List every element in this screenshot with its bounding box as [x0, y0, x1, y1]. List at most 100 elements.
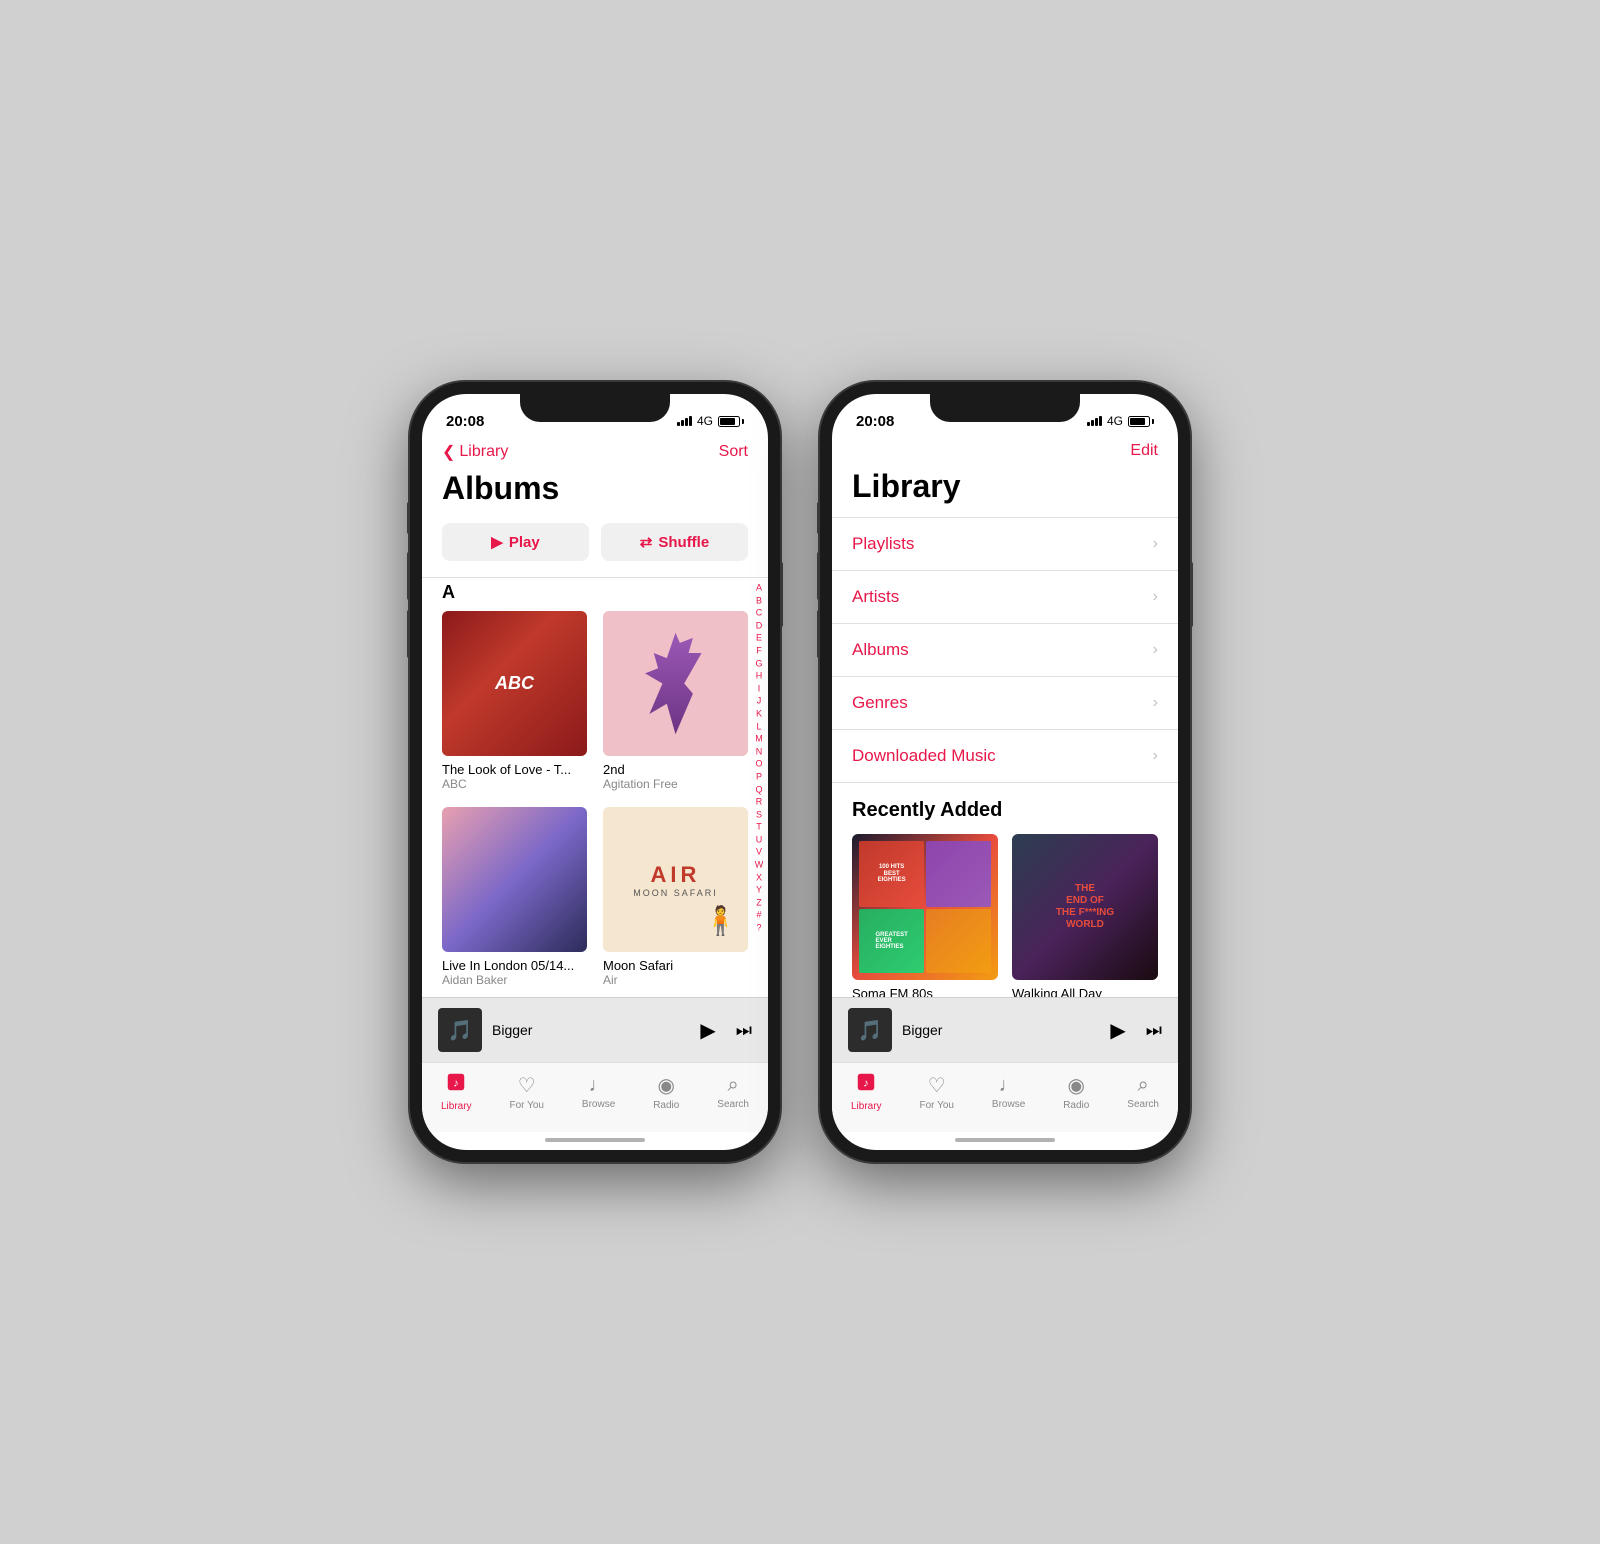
shuffle-label: Shuffle: [658, 534, 709, 551]
back-label-1: Library: [459, 443, 508, 461]
album-artist-agitation: Agitation Free: [603, 777, 748, 791]
album-name-air: Moon Safari: [603, 958, 748, 973]
status-icons-1: 4G: [677, 414, 744, 428]
recently-grid: 100 HITSBESTEIGHTIES GREATESTEVEREIGHTIE…: [852, 834, 1158, 997]
library-item-albums[interactable]: Albums ›: [832, 624, 1178, 677]
tab-browse-icon-2: ♩: [999, 1074, 1019, 1097]
play-icon: ▶: [491, 533, 503, 551]
album-artist-aidan: Aidan Baker: [442, 973, 587, 987]
tab-foryou-icon-2: ♡: [928, 1073, 946, 1098]
tab-library-1[interactable]: ♪ Library: [441, 1071, 472, 1112]
mini-forward-button-1[interactable]: ⏭: [736, 1020, 752, 1041]
tab-search-1[interactable]: ⌕ Search: [717, 1074, 749, 1110]
album-artist-abc: ABC: [442, 777, 587, 791]
chevron-right-genres: ›: [1153, 694, 1158, 712]
library-item-name-downloaded: Downloaded Music: [852, 746, 996, 766]
edit-button[interactable]: Edit: [1130, 442, 1158, 460]
recently-added-section: Recently Added 100 HITSBESTEIGHTIES: [832, 783, 1178, 997]
library-item-artists[interactable]: Artists ›: [832, 571, 1178, 624]
soma-q3: GREATESTEVEREIGHTIES: [859, 909, 924, 973]
play-shuffle-buttons: ▶ Play ⇄ Shuffle: [422, 519, 768, 577]
library-list: Playlists › Artists › Albums › Genres ›: [832, 517, 1178, 783]
library-item-genres[interactable]: Genres ›: [832, 677, 1178, 730]
soma-q1: 100 HITSBESTEIGHTIES: [859, 841, 924, 907]
album-art-soma: 100 HITSBESTEIGHTIES GREATESTEVEREIGHTIE…: [852, 834, 998, 980]
tab-foryou-2[interactable]: ♡ For You: [919, 1073, 953, 1111]
signal-icon-1: [677, 416, 692, 426]
mini-play-button-2[interactable]: ▶: [1110, 1018, 1125, 1043]
status-icons-2: 4G: [1087, 414, 1154, 428]
tab-library-label-2: Library: [851, 1101, 882, 1112]
tab-search-icon-1: ⌕: [728, 1074, 739, 1097]
album-cover-aidan: [442, 807, 587, 952]
album-name-abc: The Look of Love - T...: [442, 762, 587, 777]
battery-icon-1: [718, 416, 744, 427]
phone-2: 20:08 4G Edit Library: [820, 382, 1190, 1162]
shuffle-button[interactable]: ⇄ Shuffle: [601, 523, 748, 561]
album-art-aidan: [442, 807, 587, 952]
album-art-walking: THEEND OFTHE F***INGWORLD: [1012, 834, 1158, 980]
mini-player-2[interactable]: Bigger ▶ ⏭: [832, 997, 1178, 1062]
shuffle-icon: ⇄: [640, 533, 653, 551]
chevron-right-playlists: ›: [1153, 535, 1158, 553]
soma-q4: [926, 909, 991, 973]
album-item-abc[interactable]: The Look of Love - T... ABC: [442, 611, 587, 791]
tab-foryou-1[interactable]: ♡ For You: [509, 1073, 543, 1111]
recent-item-soma[interactable]: 100 HITSBESTEIGHTIES GREATESTEVEREIGHTIE…: [852, 834, 998, 997]
recent-name-walking: Walking All Day: [1012, 986, 1158, 997]
tab-browse-1[interactable]: ♩ Browse: [582, 1074, 615, 1110]
battery-icon-2: [1128, 416, 1154, 427]
recent-cover-soma: 100 HITSBESTEIGHTIES GREATESTEVEREIGHTIE…: [852, 834, 998, 980]
air-label: AIR: [651, 862, 701, 888]
alphabet-index[interactable]: A B C D E F G H I J K L M N O P Q: [752, 582, 766, 935]
play-button[interactable]: ▶ Play: [442, 523, 589, 561]
tab-browse-2[interactable]: ♩ Browse: [992, 1074, 1025, 1110]
notch-2: [930, 394, 1080, 422]
tab-search-2[interactable]: ⌕ Search: [1127, 1074, 1159, 1110]
home-indicator-2: [955, 1138, 1055, 1142]
album-art-air: AIR MOON SAFARI 🧍: [603, 807, 748, 952]
album-name-aidan: Live In London 05/14...: [442, 958, 587, 973]
tab-radio-icon-1: ◉: [658, 1073, 675, 1098]
library-item-downloaded[interactable]: Downloaded Music ›: [832, 730, 1178, 783]
svg-text:♪: ♪: [864, 1078, 870, 1090]
soma-q2: [926, 841, 991, 907]
album-item-agitation[interactable]: 2nd Agitation Free: [603, 611, 748, 791]
nav-bar-1: ❮ Library Sort: [422, 438, 768, 470]
back-button-1[interactable]: ❮ Library: [442, 442, 508, 462]
home-indicator-1: [545, 1138, 645, 1142]
tab-browse-label-2: Browse: [992, 1099, 1025, 1110]
album-item-air[interactable]: AIR MOON SAFARI 🧍 Moon Safari Air: [603, 807, 748, 987]
recent-name-soma: Soma FM 80s: [852, 986, 998, 997]
tab-browse-label-1: Browse: [582, 1099, 615, 1110]
recent-cover-walking: THEEND OFTHE F***INGWORLD: [1012, 834, 1158, 980]
library-item-name-artists: Artists: [852, 587, 899, 607]
album-item-aidan[interactable]: Live In London 05/14... Aidan Baker: [442, 807, 587, 987]
mini-art-inner-1: [438, 1008, 482, 1052]
tab-radio-icon-2: ◉: [1068, 1073, 1085, 1098]
status-time-1: 20:08: [446, 413, 484, 430]
recent-item-walking[interactable]: THEEND OFTHE F***INGWORLD Walking All Da…: [1012, 834, 1158, 997]
tab-library-icon-2: ♪: [855, 1071, 877, 1099]
mini-forward-button-2[interactable]: ⏭: [1146, 1020, 1162, 1041]
network-label-1: 4G: [697, 414, 713, 428]
nav-bar-2: Edit: [832, 438, 1178, 468]
mini-art-inner-2: [848, 1008, 892, 1052]
mini-play-button-1[interactable]: ▶: [700, 1018, 715, 1043]
library-item-name-albums: Albums: [852, 640, 909, 660]
library-item-playlists[interactable]: Playlists ›: [832, 518, 1178, 571]
status-time-2: 20:08: [856, 413, 894, 430]
tab-search-label-1: Search: [717, 1099, 749, 1110]
mini-title-1: Bigger: [492, 1022, 690, 1038]
air-figure: 🧍: [703, 904, 738, 937]
mini-player-1[interactable]: Bigger ▶ ⏭: [422, 997, 768, 1062]
mini-title-2: Bigger: [902, 1022, 1100, 1038]
tab-radio-2[interactable]: ◉ Radio: [1063, 1073, 1089, 1111]
sort-button[interactable]: Sort: [719, 443, 748, 461]
tab-radio-1[interactable]: ◉ Radio: [653, 1073, 679, 1111]
chevron-right-albums: ›: [1153, 641, 1158, 659]
svg-text:♪: ♪: [454, 1078, 460, 1090]
tab-library-2[interactable]: ♪ Library: [851, 1071, 882, 1112]
tab-radio-label-1: Radio: [653, 1100, 679, 1111]
mini-album-art-1: [438, 1008, 482, 1052]
